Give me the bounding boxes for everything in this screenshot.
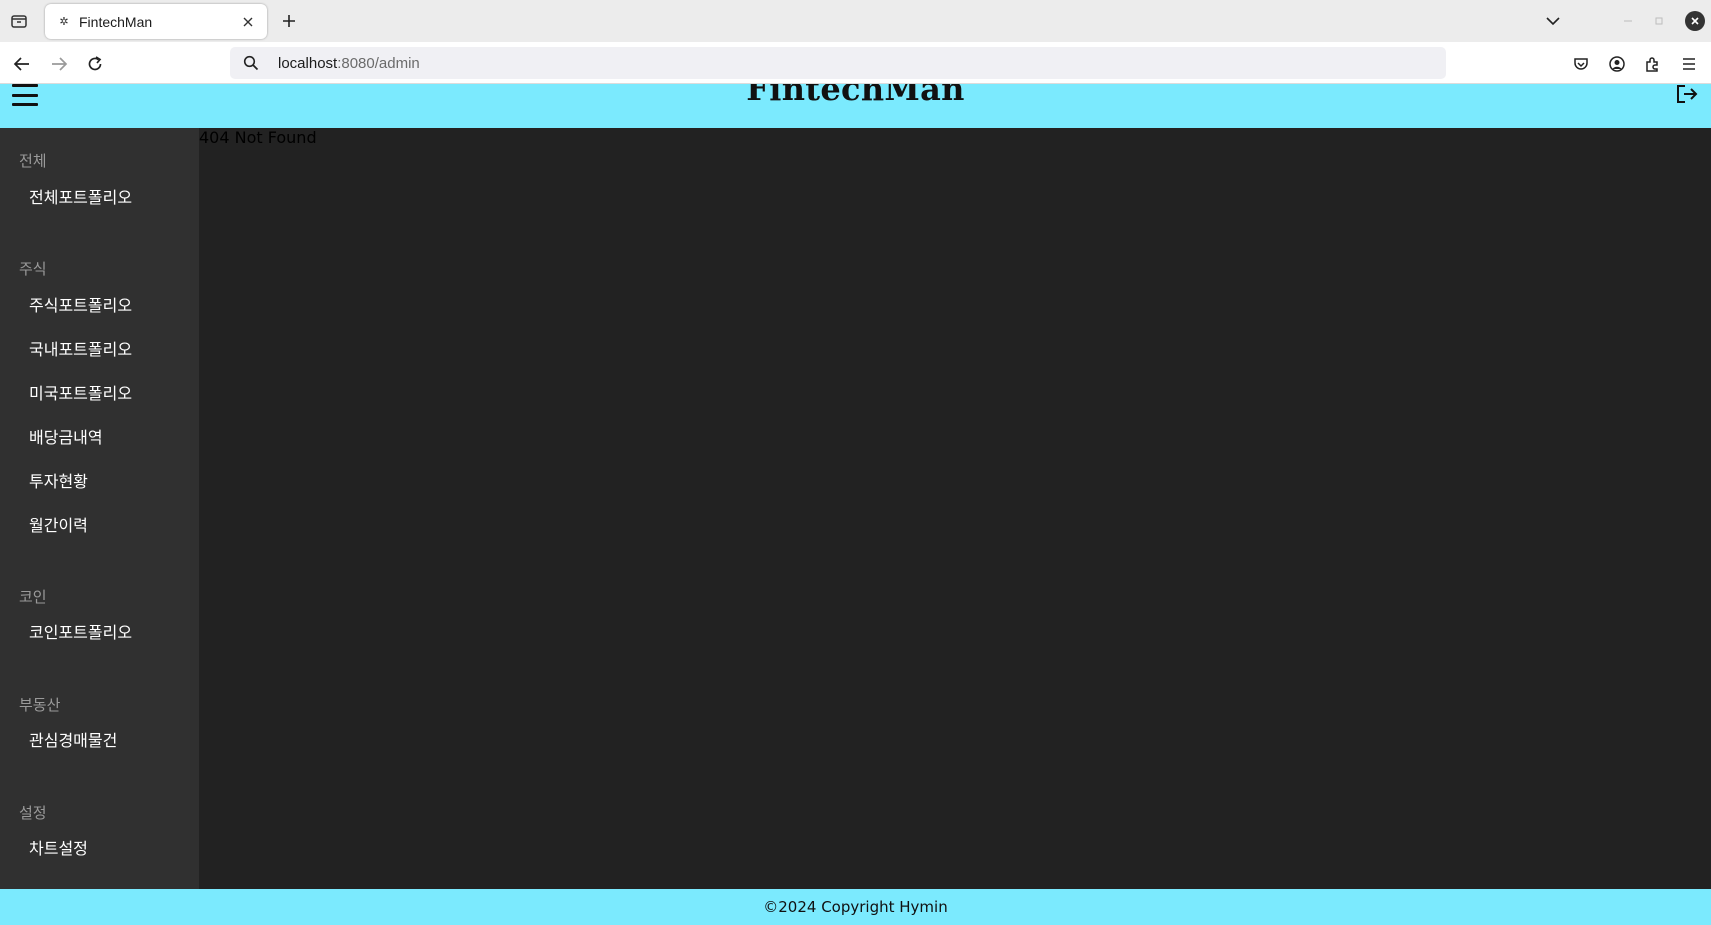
url-text: localhost:8080/admin <box>278 55 420 72</box>
app-header: FintechMan <box>0 84 1711 128</box>
sidebar-item-total-portfolio[interactable]: 전체포트폴리오 <box>29 184 132 208</box>
sidebar-item-domestic-portfolio[interactable]: 국내포트폴리오 <box>29 336 132 360</box>
chevron-down-icon[interactable] <box>1543 10 1563 32</box>
sidebar-section-all: 전체 <box>19 152 47 170</box>
sidebar-item-us-portfolio[interactable]: 미국포트폴리오 <box>29 380 132 404</box>
sidebar-section-real-estate: 부동산 <box>19 696 61 714</box>
url-host: localhost <box>278 54 338 72</box>
gear-icon: ✲ <box>59 15 69 28</box>
minimize-icon[interactable] <box>1618 11 1638 31</box>
sidebar-item-coin-portfolio[interactable]: 코인포트폴리오 <box>29 619 132 643</box>
window-close-icon[interactable] <box>1685 11 1705 31</box>
sidebar: 전체 전체포트폴리오 주식 주식포트폴리오 국내포트폴리오 미국포트폴리오 배당… <box>0 128 199 889</box>
sidebar-section-coin: 코인 <box>19 588 47 606</box>
sidebar-item-dividends[interactable]: 배당금내역 <box>29 424 103 448</box>
sidebar-item-stock-portfolio[interactable]: 주식포트폴리오 <box>29 292 132 316</box>
close-icon[interactable] <box>239 13 257 31</box>
sidebar-item-chart-settings[interactable]: 차트설정 <box>29 835 88 859</box>
sidebar-section-stock: 주식 <box>19 260 47 278</box>
reload-icon[interactable] <box>83 52 107 76</box>
account-icon[interactable] <box>1605 52 1629 76</box>
sidebar-item-auction-watchlist[interactable]: 관심경매물건 <box>29 727 117 751</box>
forward-arrow-icon[interactable] <box>47 52 71 76</box>
browser-nav-bar: localhost:8080/admin <box>0 42 1711 84</box>
address-bar[interactable]: localhost:8080/admin <box>230 47 1446 79</box>
back-arrow-icon[interactable] <box>10 52 34 76</box>
app-title: FintechMan <box>746 84 965 108</box>
tab-list-icon[interactable] <box>8 10 30 32</box>
not-found-message: 404 Not Found <box>199 128 317 147</box>
main-content: 404 Not Found <box>199 128 1711 889</box>
pocket-icon[interactable] <box>1569 52 1593 76</box>
maximize-icon[interactable] <box>1649 11 1669 31</box>
footer-copyright: ©2024 Copyright Hymin <box>763 898 948 916</box>
footer: ©2024 Copyright Hymin <box>0 889 1711 925</box>
menu-icon[interactable] <box>1677 52 1701 76</box>
sidebar-section-settings: 설정 <box>19 804 47 822</box>
url-path: :8080/admin <box>337 54 420 72</box>
sidebar-item-monthly-history[interactable]: 월간이력 <box>29 512 88 536</box>
new-tab-button[interactable] <box>278 10 300 32</box>
extensions-icon[interactable] <box>1641 52 1665 76</box>
browser-tab[interactable]: ✲ FintechMan <box>45 4 267 39</box>
browser-tab-bar: ✲ FintechMan <box>0 0 1711 42</box>
sidebar-item-investment-status[interactable]: 투자현황 <box>29 468 88 492</box>
search-icon <box>242 54 260 72</box>
logout-icon[interactable] <box>1674 84 1700 106</box>
tab-title: FintechMan <box>79 13 153 30</box>
